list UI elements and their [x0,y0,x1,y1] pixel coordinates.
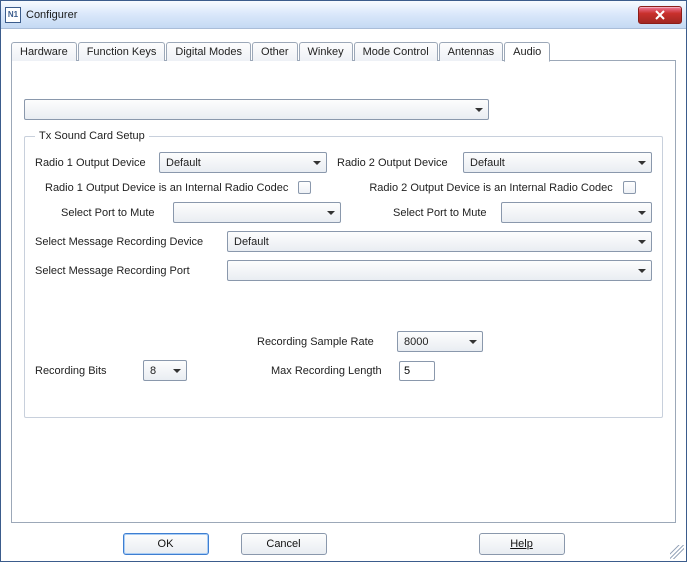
radio1-output-label: Radio 1 Output Device [35,157,159,169]
tab-function-keys[interactable]: Function Keys [78,42,166,61]
row-mute-ports: Select Port to Mute Select Port to Mute [35,202,652,223]
msg-port-label: Select Message Recording Port [35,265,227,277]
row-msg-port: Select Message Recording Port [35,260,652,281]
tab-winkey[interactable]: Winkey [299,42,353,61]
msg-device-dropdown[interactable]: Default [227,231,652,252]
tab-antennas[interactable]: Antennas [439,42,503,61]
radio1-codec-label: Radio 1 Output Device is an Internal Rad… [45,182,288,194]
tab-hardware[interactable]: Hardware [11,42,77,61]
tab-digital-modes[interactable]: Digital Modes [166,42,251,61]
radio2-output-label: Radio 2 Output Device [337,157,463,169]
msg-device-label: Select Message Recording Device [35,236,227,248]
row-msg-device: Select Message Recording Device Default [35,231,652,252]
msg-port-dropdown[interactable] [227,260,652,281]
window-title: Configurer [26,9,77,21]
button-row: OK Cancel Help [11,523,676,555]
tab-mode-control[interactable]: Mode Control [354,42,438,61]
client-area: Hardware Function Keys Digital Modes Oth… [1,29,686,561]
radio1-codec-checkbox[interactable] [298,181,311,194]
configurer-window: N1 Configurer Hardware Function Keys Dig… [0,0,687,562]
sample-rate-dropdown[interactable]: 8000 [397,331,483,352]
max-recording-length-label: Max Recording Length [271,365,399,377]
tab-panel-audio: Tx Sound Card Setup Radio 1 Output Devic… [11,60,676,523]
recording-bits-value: 8 [150,365,156,377]
resize-grip[interactable] [670,545,684,559]
sample-rate-value: 8000 [404,336,428,348]
tab-other[interactable]: Other [252,42,298,61]
radio2-mute-label: Select Port to Mute [393,207,501,219]
tab-audio[interactable]: Audio [504,42,550,62]
radio2-mute-dropdown[interactable] [501,202,652,223]
sample-rate-label: Recording Sample Rate [257,336,397,348]
row-codec-checks: Radio 1 Output Device is an Internal Rad… [35,181,652,194]
group-legend: Tx Sound Card Setup [35,130,149,142]
radio1-output-value: Default [166,157,201,169]
max-recording-length-input[interactable] [399,361,435,381]
help-button[interactable]: Help [479,533,565,555]
titlebar: N1 Configurer [1,1,686,29]
radio1-mute-label: Select Port to Mute [61,207,173,219]
msg-device-value: Default [234,236,269,248]
app-icon: N1 [5,7,21,23]
recording-bits-dropdown[interactable]: 8 [143,360,187,381]
radio2-codec-checkbox[interactable] [623,181,636,194]
row-bits-maxlen: Recording Bits 8 Max Recording Length [35,360,652,381]
ok-button[interactable]: OK [123,533,209,555]
help-label: Help [510,538,533,550]
radio1-mute-dropdown[interactable] [173,202,341,223]
row-output-devices: Radio 1 Output Device Default Radio 2 Ou… [35,152,652,173]
radio2-codec-label: Radio 2 Output Device is an Internal Rad… [369,182,612,194]
close-button[interactable] [638,6,682,24]
top-dropdown[interactable] [24,99,489,120]
radio2-output-value: Default [470,157,505,169]
radio1-output-dropdown[interactable]: Default [159,152,327,173]
cancel-button[interactable]: Cancel [241,533,327,555]
radio2-output-dropdown[interactable]: Default [463,152,652,173]
tabstrip: Hardware Function Keys Digital Modes Oth… [11,39,676,61]
recording-bits-label: Recording Bits [35,365,143,377]
close-icon [655,10,665,20]
tx-sound-card-group: Tx Sound Card Setup Radio 1 Output Devic… [24,130,663,418]
row-sample-rate: Recording Sample Rate 8000 [35,331,652,352]
